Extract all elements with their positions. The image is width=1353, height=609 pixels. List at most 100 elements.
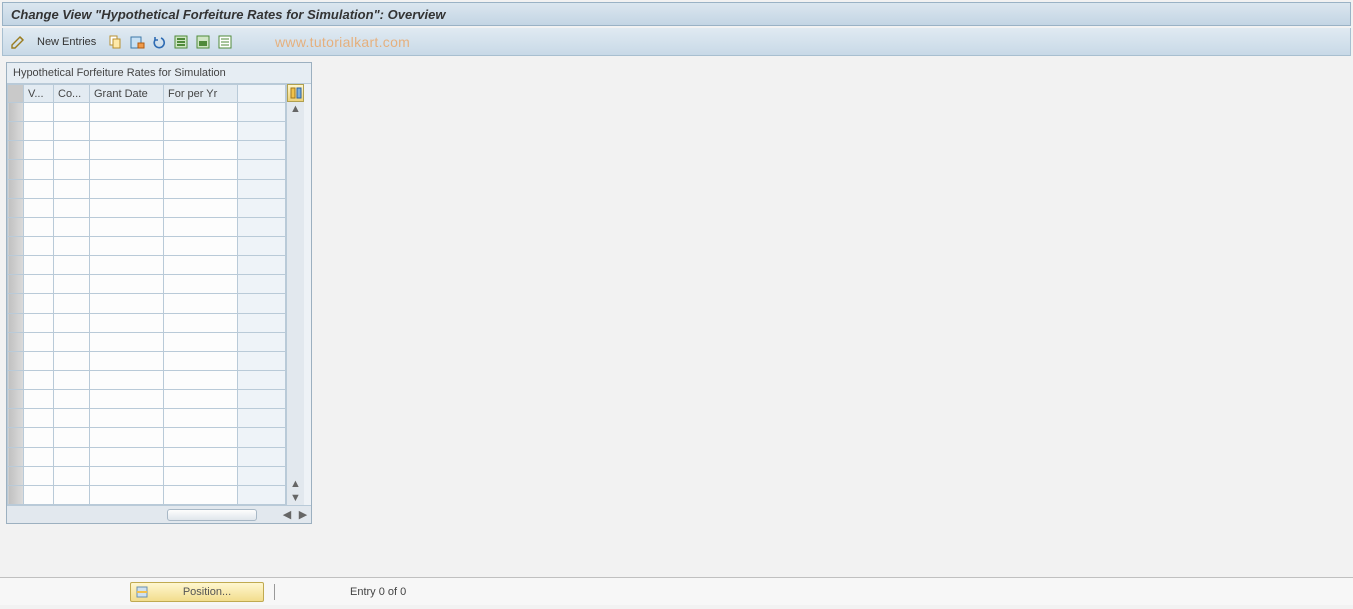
cell[interactable] bbox=[164, 198, 238, 217]
row-selector[interactable] bbox=[8, 122, 24, 141]
cell[interactable] bbox=[90, 217, 164, 236]
cell[interactable] bbox=[164, 236, 238, 255]
row-selector[interactable] bbox=[8, 351, 24, 370]
table-row[interactable] bbox=[8, 141, 286, 160]
cell[interactable] bbox=[90, 332, 164, 351]
col-header[interactable]: Grant Date bbox=[90, 85, 164, 103]
cell[interactable] bbox=[54, 179, 90, 198]
table-row[interactable] bbox=[8, 256, 286, 275]
cell[interactable] bbox=[24, 141, 54, 160]
cell[interactable] bbox=[164, 332, 238, 351]
cell[interactable] bbox=[24, 370, 54, 389]
cell[interactable] bbox=[90, 351, 164, 370]
col-selector[interactable] bbox=[8, 85, 24, 103]
cell[interactable] bbox=[164, 313, 238, 332]
row-selector[interactable] bbox=[8, 313, 24, 332]
table-row[interactable] bbox=[8, 217, 286, 236]
cell[interactable] bbox=[24, 332, 54, 351]
table-row[interactable] bbox=[8, 160, 286, 179]
cell[interactable] bbox=[54, 351, 90, 370]
row-selector[interactable] bbox=[8, 160, 24, 179]
cell[interactable] bbox=[54, 332, 90, 351]
cell[interactable] bbox=[90, 466, 164, 485]
cell[interactable] bbox=[90, 103, 164, 122]
cell[interactable] bbox=[54, 256, 90, 275]
row-selector[interactable] bbox=[8, 390, 24, 409]
cell[interactable] bbox=[90, 447, 164, 466]
table-row[interactable] bbox=[8, 370, 286, 389]
row-selector[interactable] bbox=[8, 294, 24, 313]
cell[interactable] bbox=[54, 160, 90, 179]
cell[interactable] bbox=[24, 275, 54, 294]
cell[interactable] bbox=[54, 428, 90, 447]
row-selector[interactable] bbox=[8, 370, 24, 389]
cell[interactable] bbox=[90, 275, 164, 294]
table-row[interactable] bbox=[8, 275, 286, 294]
cell[interactable] bbox=[164, 370, 238, 389]
undo-icon[interactable] bbox=[150, 33, 168, 51]
cell[interactable] bbox=[164, 275, 238, 294]
cell[interactable] bbox=[164, 447, 238, 466]
table-row[interactable] bbox=[8, 428, 286, 447]
cell[interactable] bbox=[164, 103, 238, 122]
cell[interactable] bbox=[54, 141, 90, 160]
cell[interactable] bbox=[164, 179, 238, 198]
select-block-icon[interactable] bbox=[194, 33, 212, 51]
cell[interactable] bbox=[24, 428, 54, 447]
table-row[interactable] bbox=[8, 103, 286, 122]
row-selector[interactable] bbox=[8, 275, 24, 294]
cell[interactable] bbox=[54, 217, 90, 236]
cell[interactable] bbox=[164, 256, 238, 275]
cell[interactable] bbox=[24, 236, 54, 255]
table-row[interactable] bbox=[8, 198, 286, 217]
cell[interactable] bbox=[54, 122, 90, 141]
cell[interactable] bbox=[164, 390, 238, 409]
cell[interactable] bbox=[24, 390, 54, 409]
scroll-left-icon[interactable]: ◀ bbox=[280, 508, 294, 522]
cell[interactable] bbox=[90, 141, 164, 160]
cell[interactable] bbox=[90, 294, 164, 313]
cell[interactable] bbox=[54, 370, 90, 389]
vertical-scrollbar[interactable]: ▲ ▲ ▼ bbox=[286, 84, 304, 505]
cell[interactable] bbox=[90, 370, 164, 389]
row-selector[interactable] bbox=[8, 103, 24, 122]
cell[interactable] bbox=[24, 160, 54, 179]
cell[interactable] bbox=[54, 275, 90, 294]
scroll-track[interactable] bbox=[287, 116, 304, 477]
row-selector[interactable] bbox=[8, 428, 24, 447]
col-header[interactable]: Co... bbox=[54, 85, 90, 103]
cell[interactable] bbox=[24, 294, 54, 313]
select-all-icon[interactable] bbox=[172, 33, 190, 51]
cell[interactable] bbox=[54, 236, 90, 255]
table-row[interactable] bbox=[8, 447, 286, 466]
table-row[interactable] bbox=[8, 351, 286, 370]
scroll-down-small-icon[interactable]: ▲ bbox=[287, 477, 304, 491]
row-selector[interactable] bbox=[8, 409, 24, 428]
cell[interactable] bbox=[164, 409, 238, 428]
cell[interactable] bbox=[24, 198, 54, 217]
table-row[interactable] bbox=[8, 390, 286, 409]
configure-columns-icon[interactable] bbox=[287, 84, 304, 102]
cell[interactable] bbox=[164, 160, 238, 179]
row-selector[interactable] bbox=[8, 217, 24, 236]
row-selector[interactable] bbox=[8, 179, 24, 198]
row-selector[interactable] bbox=[8, 485, 24, 504]
row-selector[interactable] bbox=[8, 256, 24, 275]
cell[interactable] bbox=[90, 313, 164, 332]
table-row[interactable] bbox=[8, 466, 286, 485]
table-row[interactable] bbox=[8, 179, 286, 198]
table-row[interactable] bbox=[8, 485, 286, 504]
cell[interactable] bbox=[164, 122, 238, 141]
position-button[interactable]: Position... bbox=[130, 582, 264, 602]
row-selector[interactable] bbox=[8, 466, 24, 485]
table-row[interactable] bbox=[8, 332, 286, 351]
cell[interactable] bbox=[164, 294, 238, 313]
cell[interactable] bbox=[24, 179, 54, 198]
cell[interactable] bbox=[90, 236, 164, 255]
cell[interactable] bbox=[24, 447, 54, 466]
col-header[interactable]: V... bbox=[24, 85, 54, 103]
cell[interactable] bbox=[24, 351, 54, 370]
cell[interactable] bbox=[24, 103, 54, 122]
cell[interactable] bbox=[164, 217, 238, 236]
cell[interactable] bbox=[54, 103, 90, 122]
